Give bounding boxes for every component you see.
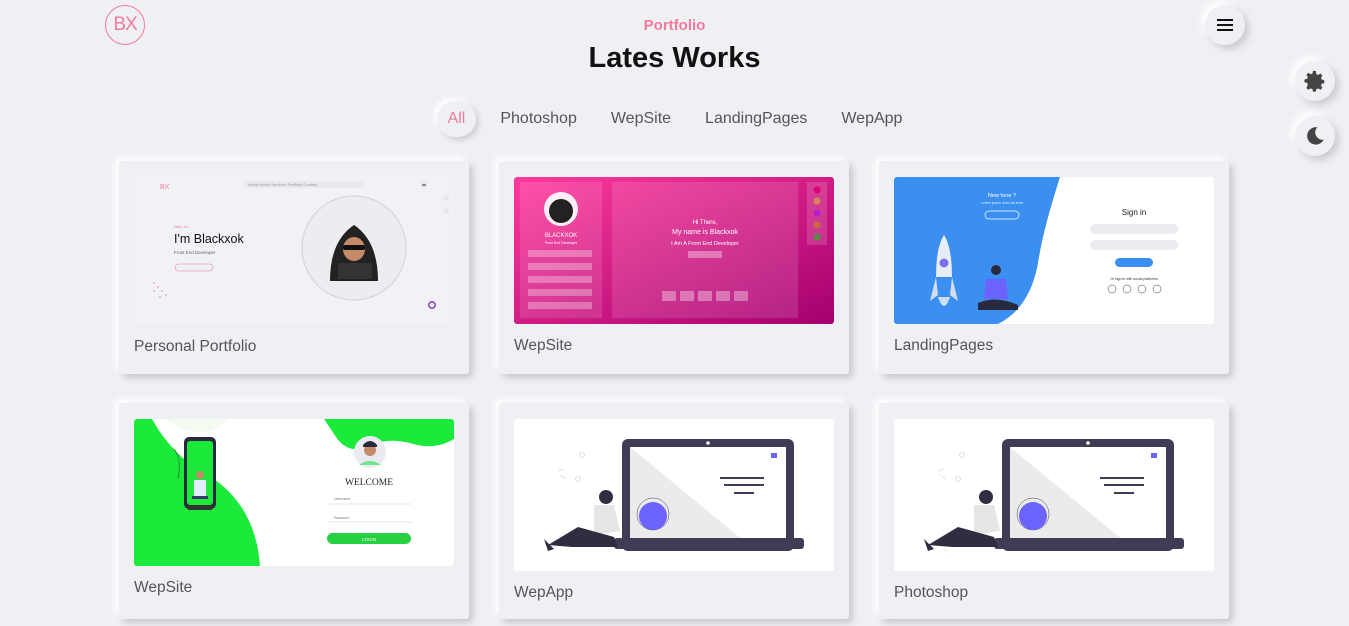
project-title: LandingPages: [894, 337, 994, 354]
svg-text:Front End Developer: Front End Developer: [545, 241, 578, 245]
project-card[interactable]: BLACKXOK Front End Developer Hi There, M…: [499, 161, 849, 374]
thumb-headline: My name is Blackxok: [672, 229, 738, 236]
thumb-heading: WELCOME: [345, 478, 393, 488]
filter-wepsite[interactable]: WepSite: [601, 101, 681, 137]
svg-text:Hi There,: Hi There,: [693, 220, 718, 226]
settings-button[interactable]: [1295, 61, 1335, 101]
project-title: Photoshop: [894, 584, 969, 601]
svg-text:BX: BX: [160, 184, 170, 191]
svg-text:I Am A Front End Developer: I Am A Front End Developer: [671, 241, 739, 247]
thumb-left-heading: New here ?: [988, 193, 1016, 199]
svg-text:Lorem ipsum dolor sit amet: Lorem ipsum dolor sit amet: [981, 201, 1023, 205]
thumb-heading: Sign in: [1122, 208, 1146, 217]
project-card[interactable]: WepApp: [499, 403, 849, 619]
svg-text:Home About Services Portfol: Home About Services Portfolio Contact: [248, 182, 318, 187]
project-title: WepSite: [514, 337, 573, 354]
filter-wepapp[interactable]: WepApp: [831, 101, 912, 137]
project-title: Personal Portfolio: [134, 338, 257, 355]
menu-icon: [1217, 19, 1233, 31]
filter-all[interactable]: All: [436, 101, 477, 137]
project-thumbnail: [894, 419, 1214, 571]
project-title: WepSite: [134, 579, 193, 596]
section-subtitle: Portfolio: [643, 17, 706, 34]
gear-icon: [1304, 70, 1325, 92]
menu-button[interactable]: [1205, 5, 1245, 45]
project-card[interactable]: BX Home About Services Portfolio Contact…: [119, 161, 469, 374]
thumb-name: BLACKXOK: [545, 233, 577, 239]
project-card[interactable]: WELCOME Username Password LOGIN WepSite: [119, 403, 469, 619]
project-thumbnail: BLACKXOK Front End Developer Hi There, M…: [514, 177, 834, 324]
filter-tabs: All Photoshop WepSite LandingPages WepAp…: [0, 101, 1349, 137]
project-card[interactable]: Photoshop: [879, 403, 1229, 619]
project-thumbnail: WELCOME Username Password LOGIN: [134, 419, 454, 566]
svg-text:Password: Password: [334, 516, 349, 520]
svg-text:Or sign in with social platfor: Or sign in with social platforms: [1110, 277, 1158, 281]
thumb-role: Front End Developer: [174, 250, 216, 255]
filter-landingpages[interactable]: LandingPages: [695, 101, 817, 137]
project-card[interactable]: New here ? Lorem ipsum dolor sit amet Si…: [879, 161, 1229, 374]
filter-photoshop[interactable]: Photoshop: [490, 101, 587, 137]
svg-text:Username: Username: [334, 497, 350, 501]
page-title: Lates Works: [588, 42, 761, 74]
thumb-heading: I'm Blackxok: [174, 232, 245, 246]
project-thumbnail: BX Home About Services Portfolio Contact…: [134, 175, 454, 323]
thumb-button: LOGIN: [362, 537, 376, 542]
project-title: WepApp: [514, 584, 574, 601]
project-thumbnail: [514, 419, 834, 571]
svg-text:Hello, I'm: Hello, I'm: [174, 225, 189, 229]
project-thumbnail: New here ? Lorem ipsum dolor sit amet Si…: [894, 177, 1214, 324]
